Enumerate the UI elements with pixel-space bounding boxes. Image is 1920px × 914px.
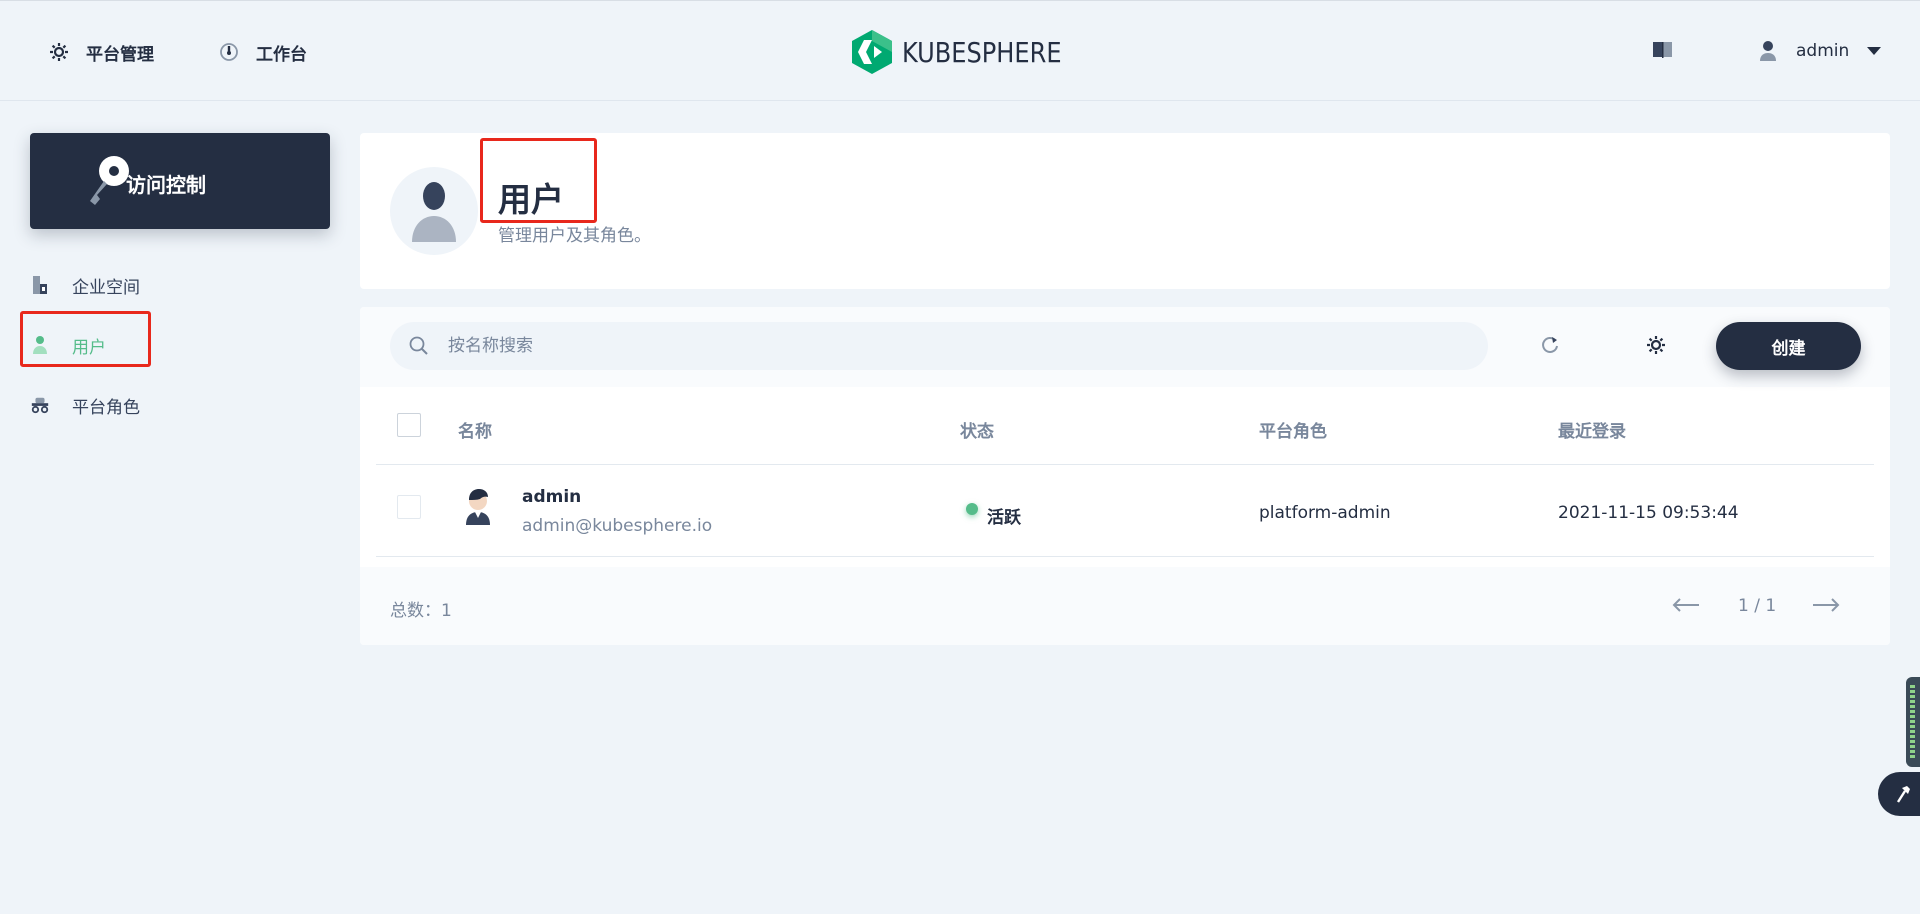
- level-meter-icon: [1910, 685, 1915, 759]
- column-header-name[interactable]: 名称: [458, 417, 492, 442]
- previous-page-button[interactable]: [1672, 593, 1700, 617]
- sidebar-title: 访问控制: [126, 173, 206, 197]
- dashboard-icon: [218, 41, 240, 63]
- row-checkbox[interactable]: [397, 495, 421, 519]
- status-active-icon: [966, 503, 978, 515]
- users-table-panel: 创建 名称 状态 平台角色 最近登录 admin admin@kubespher…: [360, 307, 1890, 645]
- hammer-icon: [1896, 786, 1910, 803]
- sidebar-item-label: 用户: [72, 337, 106, 358]
- user-email: admin@kubesphere.io: [522, 516, 713, 536]
- nav-platform-management[interactable]: 平台管理: [48, 36, 154, 68]
- page-banner: 用户 管理用户及其角色。: [360, 133, 1890, 289]
- gear-icon: [48, 41, 70, 63]
- total-count: 总数：1: [390, 601, 452, 621]
- user-avatar-icon: [1758, 40, 1778, 62]
- column-header-status[interactable]: 状态: [960, 417, 994, 442]
- user-avatar: [466, 489, 490, 525]
- page-indicator: 1 / 1: [1738, 596, 1777, 616]
- key-icon: [90, 156, 129, 205]
- user-icon: [30, 334, 50, 356]
- nav-workbench-label: 工作台: [256, 44, 307, 65]
- nav-platform-label: 平台管理: [86, 44, 154, 65]
- page-description: 管理用户及其角色。: [498, 226, 651, 246]
- table-header: 名称 状态 平台角色 最近登录: [376, 387, 1874, 465]
- roles-icon: [30, 394, 50, 416]
- chevron-down-icon: [1867, 47, 1882, 55]
- table-footer: 总数：1 1 / 1: [360, 567, 1890, 645]
- create-button[interactable]: 创建: [1716, 322, 1861, 370]
- user-status: 活跃: [987, 508, 1021, 528]
- sidebar-item-label: 企业空间: [72, 277, 140, 298]
- documentation-icon[interactable]: [1652, 40, 1674, 60]
- banner-user-icon: [390, 167, 478, 255]
- refresh-button[interactable]: [1534, 329, 1566, 361]
- page-title: 用户: [498, 180, 564, 219]
- kubesphere-logo[interactable]: KUBESPHERE: [852, 30, 1088, 74]
- gear-icon: [1647, 336, 1665, 354]
- table-toolbar: 创建: [360, 307, 1890, 387]
- table-settings-button[interactable]: [1640, 329, 1672, 361]
- arrow-right-icon: [1813, 598, 1840, 612]
- column-header-platform-role[interactable]: 平台角色: [1259, 417, 1327, 442]
- user-menu[interactable]: admin: [1758, 36, 1882, 66]
- search-bar[interactable]: [390, 322, 1488, 370]
- sidebar-item-label: 平台角色: [72, 397, 140, 418]
- next-page-button[interactable]: [1812, 593, 1840, 617]
- user-last-login: 2021-11-15 09:53:44: [1558, 503, 1739, 523]
- workspace-icon: [30, 274, 50, 296]
- table-row[interactable]: admin admin@kubesphere.io 活跃 platform-ad…: [376, 465, 1874, 557]
- search-icon: [408, 335, 430, 357]
- logo-text: KUBESPHERE: [902, 35, 1062, 69]
- user-platform-role: platform-admin: [1259, 503, 1391, 523]
- user-name: admin: [1796, 41, 1850, 61]
- nav-workbench[interactable]: 工作台: [218, 36, 307, 68]
- select-all-checkbox[interactable]: [397, 413, 421, 437]
- kubesphere-logo-icon: [852, 30, 892, 74]
- search-input[interactable]: [448, 336, 1348, 356]
- toolbox-button[interactable]: [1878, 772, 1920, 816]
- sidebar-header-card: 访问控制: [30, 133, 330, 229]
- sidebar-item-platform-roles[interactable]: 平台角色: [30, 385, 330, 425]
- refresh-icon: [1542, 337, 1558, 353]
- top-bar: 平台管理 工作台 KUBESPHERE admin: [0, 0, 1920, 101]
- arrow-left-icon: [1672, 598, 1699, 612]
- sidebar-item-workspaces[interactable]: 企业空间: [30, 265, 330, 305]
- column-header-last-login[interactable]: 最近登录: [1558, 417, 1626, 442]
- side-monitor-widget[interactable]: [1906, 677, 1920, 767]
- user-name-link[interactable]: admin: [522, 487, 581, 507]
- sidebar-item-users[interactable]: 用户: [30, 325, 330, 365]
